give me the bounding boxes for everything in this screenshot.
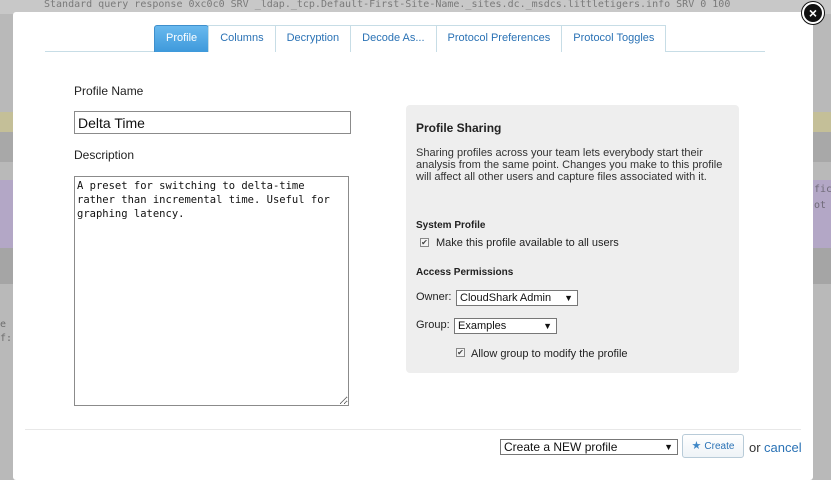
tab-decryption[interactable]: Decryption: [274, 25, 352, 52]
group-modify-checkbox-label: Allow group to modify the profile: [471, 348, 628, 360]
tab-list: Profile Columns Decryption Decode As... …: [154, 25, 667, 52]
create-button[interactable]: ★ Create: [682, 434, 744, 458]
tab-profile[interactable]: Profile: [154, 25, 210, 52]
profile-sharing-text: Sharing profiles across your team lets e…: [416, 147, 723, 183]
tab-decode-as[interactable]: Decode As...: [350, 25, 437, 52]
system-profile-checkbox-label: Make this profile available to all users: [436, 237, 619, 249]
close-icon[interactable]: ×: [802, 2, 824, 24]
tab-columns[interactable]: Columns: [208, 25, 276, 52]
caret-down-icon: ▼: [664, 442, 673, 452]
system-profile-title: System Profile: [416, 220, 486, 231]
group-modify-checkbox[interactable]: ✔: [456, 348, 465, 357]
create-button-label: Create: [704, 441, 735, 452]
owner-label: Owner:: [416, 291, 452, 303]
background-right-fragment: fic ot: [814, 184, 831, 211]
check-icon: ✔: [421, 238, 428, 247]
or-text: or: [749, 440, 761, 455]
group-label: Group:: [416, 319, 450, 331]
profile-modal: Profile Columns Decryption Decode As... …: [13, 12, 813, 480]
profile-name-label: Profile Name: [74, 84, 144, 98]
owner-select-value: CloudShark Admin: [460, 292, 552, 304]
background-left-fragment: e f:: [0, 319, 13, 344]
cancel-link[interactable]: cancel: [764, 440, 802, 455]
description-textarea[interactable]: A preset for switching to delta-time rat…: [74, 176, 349, 406]
caret-down-icon: ▼: [543, 321, 552, 331]
create-profile-select-value: Create a NEW profile: [504, 440, 618, 454]
profile-tabs: Profile Columns Decryption Decode As... …: [45, 25, 765, 52]
check-icon: ✔: [457, 348, 464, 357]
group-select[interactable]: Examples ▼: [454, 318, 557, 334]
tab-protocol-preferences[interactable]: Protocol Preferences: [435, 25, 563, 52]
footer-divider: [25, 429, 801, 430]
access-permissions-title: Access Permissions: [416, 267, 514, 278]
profile-sharing-title: Profile Sharing: [416, 121, 502, 135]
profile-sharing-panel: Profile Sharing Sharing profiles across …: [406, 105, 739, 373]
caret-down-icon: ▼: [564, 293, 573, 303]
profile-name-input[interactable]: [74, 111, 351, 134]
tab-protocol-toggles[interactable]: Protocol Toggles: [561, 25, 667, 52]
system-profile-checkbox[interactable]: ✔: [420, 238, 429, 247]
create-profile-select[interactable]: Create a NEW profile ▼: [500, 439, 678, 455]
star-icon: ★: [691, 440, 702, 452]
group-select-value: Examples: [458, 320, 507, 332]
description-label: Description: [74, 148, 135, 162]
owner-select[interactable]: CloudShark Admin ▼: [456, 290, 578, 306]
